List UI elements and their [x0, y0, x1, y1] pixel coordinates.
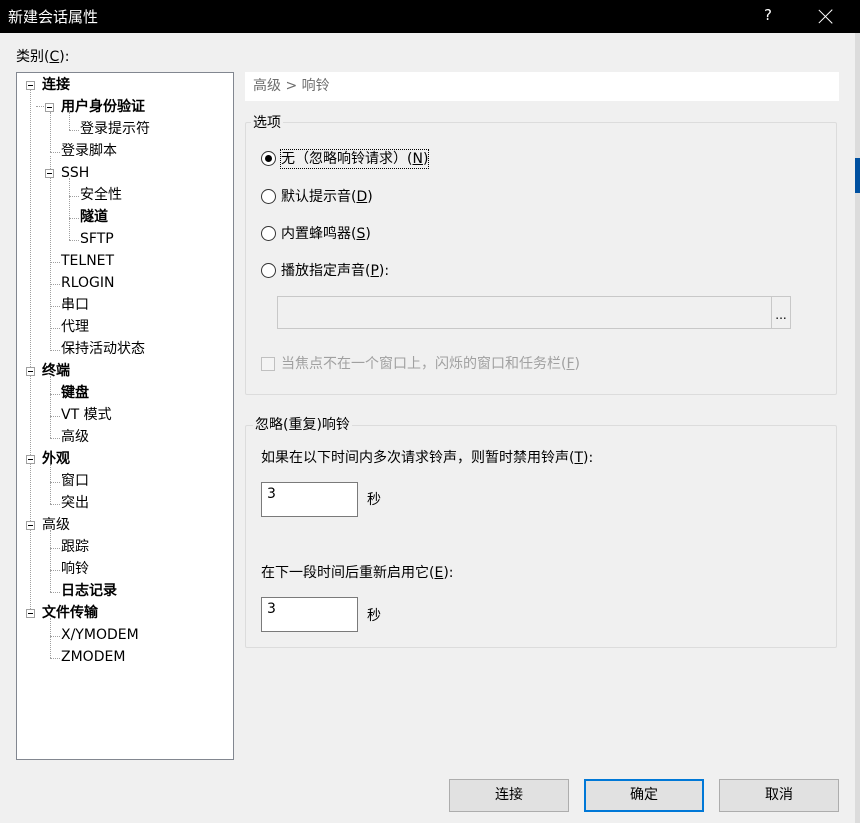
- radio-builtin-buzzer-label[interactable]: 内置蜂鸣器(S): [281, 225, 371, 243]
- tree-item-vt-mode[interactable]: VT 模式: [61, 405, 112, 425]
- tree-item-terminal-advanced[interactable]: 高级: [61, 427, 89, 447]
- window-title: 新建会话属性: [8, 8, 99, 26]
- seconds-unit: 秒: [367, 608, 381, 624]
- collapse-icon[interactable]: [26, 609, 35, 618]
- tree-item-sftp[interactable]: SFTP: [80, 229, 114, 249]
- collapse-icon[interactable]: [26, 81, 35, 90]
- tree-item-file-transfer[interactable]: 文件传输: [42, 603, 98, 623]
- tree-item-bell[interactable]: 响铃: [61, 559, 89, 579]
- flash-checkbox[interactable]: [261, 357, 275, 371]
- help-button[interactable]: ?: [750, 0, 786, 33]
- tree-item-xymodem[interactable]: X/YMODEM: [61, 625, 139, 645]
- tree-item-proxy[interactable]: 代理: [61, 317, 89, 337]
- tree-item-telnet[interactable]: TELNET: [61, 251, 114, 271]
- tree-item-keyboard[interactable]: 键盘: [61, 383, 89, 403]
- reenable-label: 在下一段时间后重新启用它(E):: [261, 565, 454, 581]
- ignore-group-title: 忽略(重复)响铃: [253, 416, 352, 434]
- close-icon[interactable]: [804, 0, 848, 33]
- tree-item-terminal[interactable]: 终端: [42, 361, 70, 381]
- seconds-unit: 秒: [367, 492, 381, 508]
- sound-file-field[interactable]: [277, 296, 772, 329]
- radio-default-sound-label[interactable]: 默认提示音(D): [281, 188, 373, 206]
- tree-item-rlogin[interactable]: RLOGIN: [61, 273, 115, 293]
- tree-item-login-prompt[interactable]: 登录提示符: [80, 119, 150, 139]
- tree-item-trace[interactable]: 跟踪: [61, 537, 89, 557]
- breadcrumb: 高级 > 响铃: [245, 72, 839, 101]
- reenable-seconds-input[interactable]: 3: [261, 597, 358, 632]
- tree-item-serial[interactable]: 串口: [61, 295, 89, 315]
- radio-default-sound[interactable]: [261, 189, 276, 204]
- tree-item-advanced[interactable]: 高级: [42, 515, 70, 535]
- tree-item-highlight[interactable]: 突出: [61, 493, 89, 513]
- flash-checkbox-label[interactable]: 当焦点不在一个窗口上，闪烁的窗口和任务栏(F): [281, 355, 580, 373]
- tree-item-logging[interactable]: 日志记录: [61, 581, 117, 601]
- radio-play-sound[interactable]: [261, 263, 276, 278]
- connect-button[interactable]: 连接: [449, 779, 569, 812]
- tree-item-connection[interactable]: 连接: [42, 75, 70, 95]
- tree-item-user-auth[interactable]: 用户身份验证: [61, 97, 145, 117]
- ignore-desc: 如果在以下时间内多次请求铃声，则暂时禁用铃声(T):: [261, 450, 594, 466]
- tree-item-ssh[interactable]: SSH: [61, 163, 89, 183]
- browse-button[interactable]: ...: [771, 296, 791, 329]
- dialog-window: 新建会话属性 ? 类别(C): 连接 用户身份验证 登录提示符 登录脚本 SSH…: [0, 0, 860, 823]
- tree-item-tunnel[interactable]: 隧道: [80, 207, 108, 227]
- radio-none[interactable]: [261, 151, 276, 166]
- tree-item-login-script[interactable]: 登录脚本: [61, 141, 117, 161]
- collapse-icon[interactable]: [26, 455, 35, 464]
- ignore-seconds-input[interactable]: 3: [261, 482, 358, 517]
- collapse-icon[interactable]: [45, 103, 54, 112]
- radio-play-sound-label[interactable]: 播放指定声音(P):: [281, 262, 389, 280]
- tree-item-appearance[interactable]: 外观: [42, 449, 70, 469]
- tree-item-window[interactable]: 窗口: [61, 471, 89, 491]
- radio-builtin-buzzer[interactable]: [261, 226, 276, 241]
- collapse-icon[interactable]: [26, 367, 35, 376]
- cancel-button[interactable]: 取消: [719, 779, 839, 812]
- category-tree[interactable]: 连接 用户身份验证 登录提示符 登录脚本 SSH 安全性 隧道 SFTP TEL…: [16, 72, 234, 760]
- window-edge: [855, 33, 860, 823]
- radio-none-label[interactable]: 无（忽略响铃请求）(N): [279, 149, 430, 169]
- collapse-icon[interactable]: [26, 521, 35, 530]
- ok-button[interactable]: 确定: [584, 779, 704, 812]
- tree-item-keepalive[interactable]: 保持活动状态: [61, 339, 145, 359]
- title-bar: 新建会话属性 ?: [0, 0, 860, 33]
- tree-item-security[interactable]: 安全性: [80, 185, 122, 205]
- collapse-icon[interactable]: [45, 169, 54, 178]
- tree-item-zmodem[interactable]: ZMODEM: [61, 647, 125, 667]
- options-group-title: 选项: [251, 114, 283, 132]
- category-label: 类别(C):: [16, 49, 70, 65]
